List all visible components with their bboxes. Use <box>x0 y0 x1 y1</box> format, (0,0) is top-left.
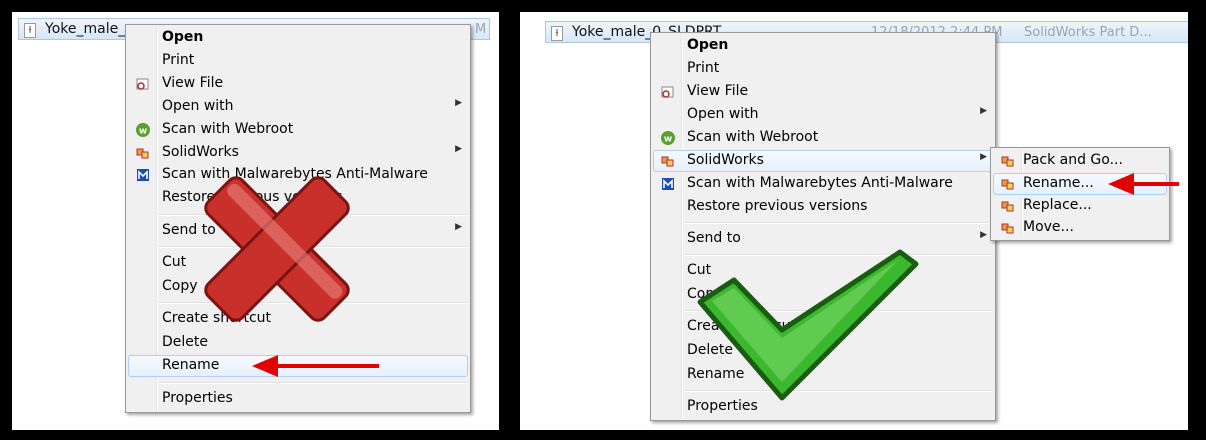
green-checkmark-icon <box>697 249 919 401</box>
left-annotations <box>204 176 379 377</box>
red-arrow-icon <box>252 355 379 377</box>
right-explorer-panel: ⫲ Yoke_male_0_SLDPRT 12/18/2012 2:44 PM … <box>520 12 1188 430</box>
right-annotations <box>697 173 1179 401</box>
left-explorer-panel: ⫲ Yoke_male_ M Open Print View File Open… <box>12 12 499 430</box>
red-arrow-icon <box>1108 173 1179 195</box>
red-x-icon <box>204 176 350 322</box>
